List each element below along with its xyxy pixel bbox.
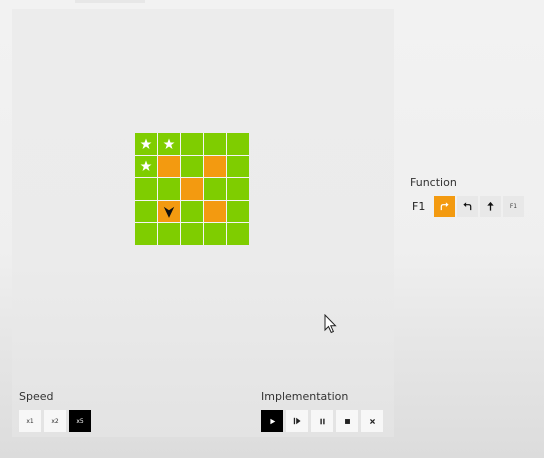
top-tab [75,0,145,3]
grid-cell [158,133,180,155]
grid-cell [204,155,226,178]
function-slot-turn-left[interactable] [457,196,478,217]
star-icon [163,138,175,149]
grid-cell [135,200,157,223]
grid-cell [227,200,249,223]
game-grid [135,133,249,245]
speed-label: Speed [19,390,54,403]
speed-x2-button[interactable]: x2 [44,410,66,432]
grid-cell [181,155,203,178]
function-slot-turn-right[interactable] [434,196,455,217]
speed-x1-button[interactable]: x1 [19,410,41,432]
forward-icon [487,201,494,211]
star-icon [140,160,152,172]
grid-cell [158,178,180,200]
implementation-label: Implementation [261,390,349,403]
turn-left-icon [463,202,472,211]
grid-cell [158,200,180,223]
pause-icon [319,418,325,424]
grid-cell [204,223,226,245]
mouse-cursor [324,313,338,338]
grid-cell [158,223,180,245]
grid-cell [181,178,203,200]
function-slot-call-f1[interactable]: F1 [503,196,524,217]
grid-cell [227,155,249,178]
cursor-icon [324,313,337,334]
function-row: F1 F1 [412,196,524,217]
function-slot-forward[interactable] [480,196,501,217]
speed-x5-button[interactable]: x5 [69,410,91,432]
step-button[interactable] [286,410,308,432]
grid-cell [204,133,226,155]
grid-cell [227,178,249,200]
function-name: F1 [412,200,426,213]
grid-cell [135,178,157,200]
clear-button[interactable] [361,410,383,432]
grid-cell [135,155,157,178]
star-icon [140,138,152,149]
grid-cell [135,223,157,245]
grid-cell [135,133,157,155]
play-icon [269,418,275,424]
pause-button[interactable] [311,410,333,432]
grid-cell [158,155,180,178]
robot-arrow-icon [163,206,175,218]
grid-cell [227,223,249,245]
grid-cell [227,133,249,155]
step-icon [293,417,301,425]
clear-icon [369,418,375,424]
grid-cell [204,200,226,223]
grid-cell [181,200,203,223]
function-label: Function [410,176,457,189]
speed-options: x1 x2 x5 [19,410,91,432]
grid-cell [181,223,203,245]
grid-cell [204,178,226,200]
turn-right-icon [440,202,449,211]
grid-cell [181,133,203,155]
implementation-controls [261,410,383,432]
stop-icon [344,418,350,424]
stop-button[interactable] [336,410,358,432]
play-button[interactable] [261,410,283,432]
